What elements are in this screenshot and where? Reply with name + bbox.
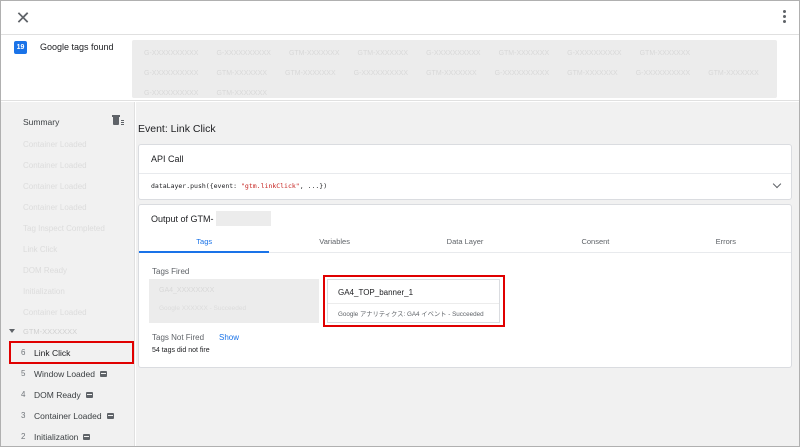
event-number: 3 bbox=[21, 411, 26, 420]
tag-card-name: GA4_TOP_banner_1 bbox=[338, 288, 414, 297]
tag-chip[interactable]: GTM-XXXXXXX bbox=[210, 86, 273, 98]
main-panel: Event: Link Click API Call dataLayer.pus… bbox=[136, 102, 799, 446]
event-item-redacted[interactable]: Container Loaded bbox=[1, 155, 134, 176]
api-call-code: dataLayer.push({event: "gtm.linkClick", … bbox=[151, 182, 327, 190]
output-title: Output of GTM- bbox=[151, 214, 214, 224]
event-number: 5 bbox=[21, 369, 26, 378]
tag-chip[interactable]: GTM-XXXXXXX bbox=[283, 46, 346, 62]
tag-chip[interactable]: GTM-XXXXXXX bbox=[561, 66, 624, 82]
sidebar: Summary Container Loaded Container Loaded… bbox=[1, 102, 135, 446]
tag-chip[interactable]: G-XXXXXXXXXX bbox=[630, 66, 696, 82]
container-id-redacted bbox=[216, 211, 271, 226]
divider bbox=[139, 173, 791, 174]
event-number: 2 bbox=[21, 432, 26, 441]
event-item[interactable]: 2 Initialization bbox=[1, 426, 134, 446]
tab-data-layer[interactable]: Data Layer bbox=[400, 231, 530, 252]
message-icon bbox=[99, 370, 107, 377]
redacted-tag-card[interactable]: GA4_XXXXXXXX Google XXXXXX - Succeeded bbox=[149, 279, 319, 323]
tag-chip[interactable]: GTM-XXXXXXX bbox=[279, 66, 342, 82]
api-call-title: API Call bbox=[151, 154, 184, 164]
tag-chip[interactable]: G-XXXXXXXXXX bbox=[348, 66, 414, 82]
expand-arrow-icon[interactable] bbox=[9, 329, 15, 333]
event-item[interactable]: 6 Link Click bbox=[1, 342, 134, 363]
event-item-redacted[interactable]: DOM Ready bbox=[1, 260, 134, 281]
tag-assistant-window: ✕ 19 Google tags found G-XXXXXXXXXX G-XXX… bbox=[0, 0, 800, 447]
tag-card-ga4-top-banner[interactable]: GA4_TOP_banner_1 Google アナリティクス: GA4 イベン… bbox=[327, 279, 500, 323]
tags-fired-label: Tags Fired bbox=[152, 267, 190, 276]
tag-chip[interactable]: G-XXXXXXXXXX bbox=[138, 46, 204, 62]
tab-errors[interactable]: Errors bbox=[661, 231, 791, 252]
tag-chip[interactable]: GTM-XXXXXXX bbox=[702, 66, 765, 82]
event-label: DOM Ready bbox=[34, 389, 81, 400]
tag-chip[interactable]: GTM-XXXXXXX bbox=[634, 46, 697, 62]
message-icon bbox=[85, 391, 93, 398]
event-number: 4 bbox=[21, 390, 26, 399]
tag-chip[interactable]: G-XXXXXXXXXX bbox=[561, 46, 627, 62]
tag-card-status: Google アナリティクス: GA4 イベント - Succeeded bbox=[338, 311, 484, 318]
event-item-redacted[interactable]: Initialization bbox=[1, 281, 134, 302]
output-tabs: Tags Variables Data Layer Consent Errors bbox=[139, 231, 791, 253]
tag-chip-list: G-XXXXXXXXXX G-XXXXXXXXXX GTM-XXXXXXX GTM-X… bbox=[132, 40, 777, 98]
tab-consent[interactable]: Consent bbox=[530, 231, 660, 252]
tags-found-header: 19 Google tags found G-XXXXXXXXXX G-XXXXX… bbox=[1, 35, 799, 101]
chevron-down-icon[interactable] bbox=[772, 179, 782, 189]
tags-found-label: Google tags found bbox=[40, 42, 114, 52]
event-label: Link Click bbox=[34, 347, 71, 358]
event-item[interactable]: 4 DOM Ready bbox=[1, 384, 134, 405]
api-call-card: API Call dataLayer.push({event: "gtm.lin… bbox=[138, 144, 792, 200]
event-label: Window Loaded bbox=[34, 368, 95, 379]
tag-chip[interactable]: G-XXXXXXXXXX bbox=[138, 86, 204, 98]
event-item-redacted[interactable]: Tag Inspect Completed bbox=[1, 218, 134, 239]
container-group-label: GTM-XXXXXXX bbox=[23, 327, 78, 336]
event-label: Initialization bbox=[34, 431, 79, 442]
code-prefix: dataLayer.push({event: bbox=[151, 182, 242, 190]
event-item-redacted[interactable]: Container Loaded bbox=[1, 197, 134, 218]
blurred-event-list: Container Loaded Container Loaded Containe… bbox=[1, 134, 134, 323]
redacted-tag-name: GA4_XXXXXXXX bbox=[159, 287, 215, 294]
tab-variables[interactable]: Variables bbox=[269, 231, 399, 252]
tag-chip[interactable]: G-XXXXXXXXXX bbox=[210, 46, 276, 62]
event-item-redacted[interactable]: Container Loaded bbox=[1, 176, 134, 197]
clear-messages-icon[interactable] bbox=[112, 115, 124, 127]
summary-label[interactable]: Summary bbox=[23, 117, 59, 127]
more-vert-icon[interactable] bbox=[779, 9, 789, 27]
tag-chip[interactable]: GTM-XXXXXXX bbox=[352, 46, 415, 62]
tag-chip[interactable]: GTM-XXXXXXX bbox=[210, 66, 273, 82]
tag-chip[interactable]: G-XXXXXXXXXX bbox=[138, 66, 204, 82]
event-list: 6 Link Click 5 Window Loaded 4 DOM Ready 3 Cont… bbox=[1, 342, 134, 446]
event-item-redacted[interactable]: Link Click bbox=[1, 239, 134, 260]
tags-not-fired-label: Tags Not Fired bbox=[152, 333, 205, 342]
divider bbox=[328, 303, 499, 304]
container-group[interactable]: GTM-XXXXXXX bbox=[1, 324, 134, 342]
event-number: 6 bbox=[21, 348, 26, 357]
show-not-fired-link[interactable]: Show bbox=[219, 333, 239, 342]
event-item-redacted[interactable]: Container Loaded bbox=[1, 302, 134, 323]
output-card: Output of GTM- Tags Variables Data Layer Co… bbox=[138, 204, 792, 368]
event-item-redacted[interactable]: Container Loaded bbox=[1, 134, 134, 155]
code-suffix: , ...}) bbox=[299, 182, 328, 190]
top-bar: ✕ bbox=[1, 1, 799, 35]
code-event-string: "gtm.linkClick" bbox=[241, 182, 300, 190]
event-title: Event: Link Click bbox=[138, 123, 216, 135]
event-label: Container Loaded bbox=[34, 410, 102, 421]
message-icon bbox=[83, 433, 91, 440]
event-item[interactable]: 5 Window Loaded bbox=[1, 363, 134, 384]
tag-count-badge: 19 bbox=[14, 41, 27, 54]
close-icon[interactable]: ✕ bbox=[13, 8, 33, 28]
event-item[interactable]: 3 Container Loaded bbox=[1, 405, 134, 426]
tag-chip[interactable]: G-XXXXXXXXXX bbox=[420, 46, 486, 62]
tag-chip[interactable]: G-XXXXXXXXXX bbox=[489, 66, 555, 82]
did-not-fire-count: 54 tags did not fire bbox=[152, 347, 210, 354]
redacted-tag-status: Google XXXXXX - Succeeded bbox=[159, 305, 247, 312]
message-icon bbox=[106, 412, 114, 419]
tab-tags[interactable]: Tags bbox=[139, 231, 270, 253]
tag-chip[interactable]: GTM-XXXXXXX bbox=[420, 66, 483, 82]
tag-chip[interactable]: GTM-XXXXXXX bbox=[493, 46, 556, 62]
